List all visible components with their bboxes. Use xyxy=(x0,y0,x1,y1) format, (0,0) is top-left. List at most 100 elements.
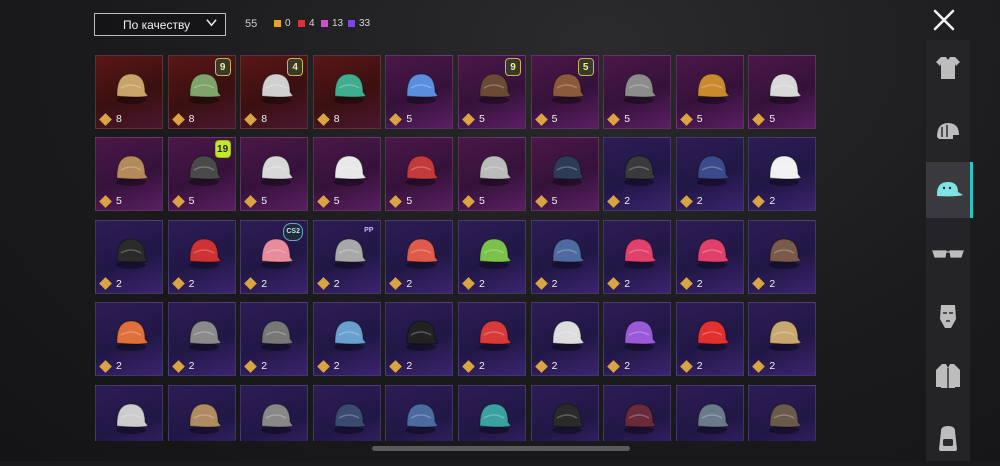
bucket-hat-hair-icon xyxy=(188,238,222,269)
quality-count-mythic: 4 xyxy=(298,18,315,29)
quality-count-epic: 13 xyxy=(321,18,343,29)
diamond-icon xyxy=(607,112,621,126)
shark-mask-icon xyxy=(551,320,585,352)
inventory-item[interactable]: 2 CS2 xyxy=(240,219,309,294)
inventory-item[interactable] xyxy=(603,384,672,441)
inventory-item[interactable] xyxy=(748,384,817,441)
inventory-item[interactable]: 2 xyxy=(675,137,744,212)
item-count: 2 xyxy=(534,277,557,291)
item-count: 5 xyxy=(679,112,703,126)
item-count: 5 xyxy=(171,195,194,208)
sidebar-item-outfit[interactable] xyxy=(926,40,970,96)
quality-swatch xyxy=(298,20,305,27)
diamond-icon xyxy=(316,277,330,291)
inventory-item[interactable]: 5 xyxy=(458,137,526,212)
inventory-item[interactable]: 5 xyxy=(385,137,454,212)
chevron-down-icon xyxy=(206,19,217,27)
inventory-item[interactable] xyxy=(167,384,236,441)
inventory-item[interactable]: 84 xyxy=(240,55,309,129)
inventory-item[interactable]: 2 xyxy=(240,302,309,377)
inventory-item[interactable]: 2 xyxy=(603,302,672,377)
inventory-item[interactable]: 5 xyxy=(748,55,817,129)
inventory-item[interactable]: 5 xyxy=(603,55,672,129)
sort-dropdown[interactable]: По качеству xyxy=(94,13,226,36)
inventory-item[interactable]: 2 xyxy=(603,137,672,212)
blonde-hair-icon xyxy=(116,73,149,104)
inventory-item[interactable]: 2 xyxy=(385,219,454,294)
inventory-item[interactable] xyxy=(312,384,381,441)
item-level-badge: 19 xyxy=(214,140,231,159)
dragon-helmet-icon xyxy=(333,73,367,104)
inventory-item[interactable]: 2 xyxy=(530,219,599,294)
inventory-item[interactable]: 2 xyxy=(748,219,817,294)
steampunk-helmet-icon xyxy=(116,155,149,187)
inventory-item[interactable]: 5 xyxy=(385,55,454,129)
sidebar-item-glasses[interactable] xyxy=(926,226,970,282)
gold-logo-cap-icon xyxy=(551,403,585,434)
inventory-item[interactable]: 2 xyxy=(167,302,236,377)
inventory-item[interactable]: 5 xyxy=(530,137,599,212)
diamond-icon xyxy=(316,112,330,126)
diamond-icon xyxy=(244,112,258,126)
quality-swatch xyxy=(321,20,328,27)
diamond-icon xyxy=(389,112,403,126)
inventory-item[interactable]: 2 xyxy=(385,302,454,377)
sidebar-item-helmet[interactable] xyxy=(926,104,970,160)
inventory-item[interactable]: 59 xyxy=(458,55,526,129)
inventory-item[interactable]: 5 19 xyxy=(167,137,236,212)
inventory-item[interactable]: 8 xyxy=(95,55,163,129)
sidebar-item-cap[interactable] xyxy=(926,162,973,218)
motorcycle-helmet-icon xyxy=(406,238,440,269)
inventory-item[interactable]: 2 xyxy=(675,302,744,377)
inventory-item[interactable]: 2 xyxy=(675,219,744,294)
inventory-item[interactable]: 2 xyxy=(530,302,599,377)
inventory-item[interactable] xyxy=(458,384,526,441)
item-count: 2 xyxy=(462,359,485,373)
diamond-icon xyxy=(171,277,185,291)
sidebar-item-jacket[interactable] xyxy=(926,348,970,404)
inventory-item[interactable]: 5 xyxy=(312,137,381,212)
item-count: 8 xyxy=(244,112,267,126)
inventory-item[interactable]: 5 xyxy=(675,55,744,129)
horizontal-scrollbar[interactable] xyxy=(372,446,630,451)
inventory-item[interactable] xyxy=(675,384,744,441)
inventory-item[interactable]: 2 xyxy=(458,219,526,294)
item-count: 2 xyxy=(99,359,122,373)
inventory-item[interactable]: 2 xyxy=(748,302,817,377)
visor-icon xyxy=(261,403,295,434)
checkered-helmet-icon xyxy=(696,403,730,434)
police-helmet-icon xyxy=(188,320,222,352)
item-count: 5 xyxy=(389,195,412,208)
sidebar-item-backpack[interactable] xyxy=(926,410,970,466)
item-count: 2 xyxy=(171,277,194,291)
close-icon[interactable] xyxy=(932,8,956,32)
aviator-cap-icon xyxy=(769,238,803,269)
inventory-item[interactable]: 2 xyxy=(95,302,163,377)
inventory-item[interactable]: 2 xyxy=(167,219,236,294)
item-count: 2 xyxy=(752,195,775,208)
inventory-item[interactable]: 55 xyxy=(530,55,599,129)
diamond-icon xyxy=(316,359,330,373)
inventory-item[interactable]: 2 xyxy=(312,302,381,377)
inventory-item[interactable]: 2 xyxy=(95,219,163,294)
inventory-item[interactable]: 2 xyxy=(748,137,817,212)
diamond-icon xyxy=(244,277,258,291)
inventory-item[interactable]: 2 xyxy=(603,219,672,294)
inventory-item[interactable]: 89 xyxy=(167,55,236,129)
inventory-item[interactable]: 2 xyxy=(458,302,526,377)
inventory-item[interactable] xyxy=(95,384,163,441)
inventory-item[interactable] xyxy=(385,384,454,441)
inventory-item[interactable]: 2 PP xyxy=(312,219,381,294)
item-count: 5 xyxy=(462,195,485,208)
inventory-item[interactable]: 5 xyxy=(240,137,309,212)
inventory-item[interactable]: 5 xyxy=(95,137,163,212)
maroon-fedora-icon xyxy=(624,403,658,434)
sidebar-item-mask[interactable] xyxy=(926,288,970,344)
item-count: 5 xyxy=(316,195,340,208)
diamond-icon xyxy=(462,277,475,291)
item-count: 2 xyxy=(244,359,267,373)
inventory-item[interactable]: 8 xyxy=(312,55,381,129)
inventory-item[interactable] xyxy=(240,384,309,441)
inventory-item[interactable] xyxy=(530,384,599,441)
red-bucket-hat-icon xyxy=(696,320,730,352)
